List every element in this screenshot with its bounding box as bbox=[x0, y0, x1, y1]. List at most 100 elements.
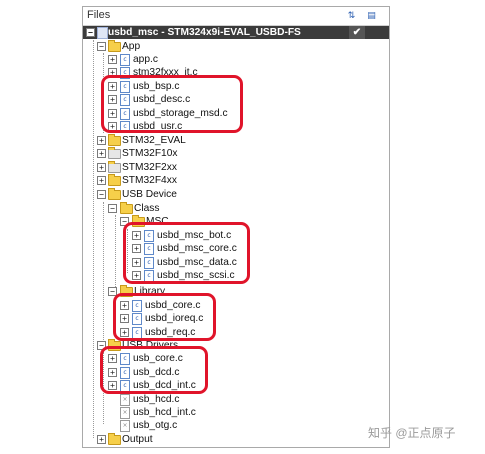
folder-icon bbox=[108, 134, 121, 146]
expand-toggle[interactable]: + bbox=[120, 328, 129, 337]
project-icon bbox=[97, 27, 108, 39]
c-file-icon: c bbox=[120, 121, 130, 133]
collapse-toggle[interactable]: − bbox=[97, 341, 106, 350]
expand-toggle[interactable]: + bbox=[97, 163, 106, 172]
file-label: usb_bsp.c bbox=[133, 81, 180, 92]
expand-toggle[interactable]: + bbox=[120, 314, 129, 323]
file-label: usbd_desc.c bbox=[133, 94, 191, 105]
expand-toggle[interactable]: + bbox=[97, 176, 106, 185]
collapse-toggle[interactable]: − bbox=[108, 204, 117, 213]
folder-label: MSC bbox=[146, 216, 169, 227]
folder-icon bbox=[108, 188, 121, 200]
folder-icon bbox=[108, 147, 121, 159]
expand-toggle[interactable]: + bbox=[108, 354, 117, 363]
expand-toggle[interactable]: + bbox=[108, 68, 117, 77]
expand-toggle[interactable]: + bbox=[97, 136, 106, 145]
file-label: usbd_usr.c bbox=[133, 121, 183, 132]
tree-guide bbox=[115, 299, 116, 333]
excluded-file-icon: × bbox=[120, 394, 130, 406]
tree-root[interactable]: − usbd_msc - STM324x9i-EVAL_USBD-FS ✔ bbox=[83, 26, 389, 39]
file-label: app.c bbox=[133, 54, 158, 65]
c-file-icon: c bbox=[120, 54, 130, 66]
folder-icon bbox=[132, 215, 145, 227]
file-label: usbd_msc_core.c bbox=[157, 243, 237, 254]
root-label: usbd_msc - STM324x9i-EVAL_USBD-FS bbox=[108, 27, 301, 38]
c-file-icon: c bbox=[132, 313, 142, 325]
c-file-icon: c bbox=[144, 257, 154, 269]
c-file-icon: c bbox=[120, 94, 130, 106]
file-label: stm32fxxx_it.c bbox=[133, 67, 198, 78]
c-file-icon: c bbox=[120, 380, 130, 392]
file-label: usbd_msc_data.c bbox=[157, 257, 237, 268]
collapse-toggle[interactable]: − bbox=[97, 190, 106, 199]
file-label: usbd_ioreq.c bbox=[145, 313, 204, 324]
expand-toggle[interactable]: + bbox=[132, 244, 141, 253]
tree-guide bbox=[93, 40, 94, 438]
file-label: usb_core.c bbox=[133, 353, 183, 364]
folder-label: STM32F4xx bbox=[122, 175, 177, 186]
expand-toggle[interactable]: + bbox=[132, 231, 141, 240]
expand-toggle[interactable]: + bbox=[132, 258, 141, 267]
folder-label: Output bbox=[122, 434, 153, 445]
options-icon[interactable]: ▤ bbox=[365, 10, 378, 22]
collapse-toggle[interactable]: − bbox=[108, 287, 117, 296]
file-label: usb_hcd.c bbox=[133, 394, 180, 405]
panel-title: Files bbox=[87, 9, 111, 21]
tree-guide bbox=[127, 229, 128, 273]
collapse-toggle[interactable]: − bbox=[120, 217, 129, 226]
file-label: usb_dcd_int.c bbox=[133, 380, 196, 391]
expand-toggle[interactable]: + bbox=[97, 149, 106, 158]
c-file-icon: c bbox=[132, 327, 142, 339]
expand-toggle[interactable]: + bbox=[108, 55, 117, 64]
folder-label: STM32F2xx bbox=[122, 162, 177, 173]
expand-toggle[interactable]: + bbox=[108, 95, 117, 104]
c-file-icon: c bbox=[120, 67, 130, 79]
expand-toggle[interactable]: + bbox=[108, 122, 117, 131]
check-icon: ✔ bbox=[349, 26, 365, 39]
tree-guide bbox=[115, 215, 116, 287]
panel-header: Files ⇅ ▤ bbox=[83, 7, 389, 26]
folder-label: Class bbox=[134, 203, 160, 214]
c-file-icon: c bbox=[120, 108, 130, 120]
file-label: usbd_core.c bbox=[145, 300, 201, 311]
c-file-icon: c bbox=[144, 270, 154, 282]
c-file-icon: c bbox=[120, 353, 130, 365]
folder-label: USB Device bbox=[122, 189, 177, 200]
collapse-toggle[interactable]: − bbox=[86, 28, 95, 37]
expand-toggle[interactable]: + bbox=[97, 435, 106, 444]
collapse-toggle[interactable]: − bbox=[97, 42, 106, 51]
sort-icon[interactable]: ⇅ bbox=[345, 10, 358, 22]
expand-toggle[interactable]: + bbox=[108, 82, 117, 91]
expand-toggle[interactable]: + bbox=[120, 301, 129, 310]
file-label: usbd_msc_scsi.c bbox=[157, 270, 235, 281]
excluded-file-icon: × bbox=[120, 407, 130, 419]
folder-icon bbox=[108, 433, 121, 445]
files-panel: Files ⇅ ▤ − usbd_msc - STM324x9i-EVAL_US… bbox=[82, 6, 390, 448]
folder-label: USB Drivers bbox=[122, 340, 179, 351]
expand-toggle[interactable]: + bbox=[108, 368, 117, 377]
expand-toggle[interactable]: + bbox=[132, 271, 141, 280]
folder-icon bbox=[108, 40, 121, 52]
folder-label: Library bbox=[134, 286, 166, 297]
expand-toggle[interactable]: + bbox=[108, 109, 117, 118]
file-label: usbd_msc_bot.c bbox=[157, 230, 232, 241]
folder-label: App bbox=[122, 41, 141, 52]
folder-icon bbox=[120, 202, 133, 214]
c-file-icon: c bbox=[120, 81, 130, 93]
watermark: 知乎 @正点原子 bbox=[368, 426, 456, 440]
file-label: usbd_req.c bbox=[145, 327, 196, 338]
file-label: usb_dcd.c bbox=[133, 367, 180, 378]
file-label: usb_otg.c bbox=[133, 420, 178, 431]
folder-icon bbox=[108, 339, 121, 351]
folder-icon bbox=[108, 161, 121, 173]
c-file-icon: c bbox=[144, 243, 154, 255]
tree-guide bbox=[103, 53, 104, 133]
excluded-file-icon: × bbox=[120, 420, 130, 432]
folder-icon bbox=[108, 174, 121, 186]
folder-label: STM32_EVAL bbox=[122, 135, 186, 146]
folder-label: STM32F10x bbox=[122, 148, 178, 159]
c-file-icon: c bbox=[120, 367, 130, 379]
file-label: usbd_storage_msd.c bbox=[133, 108, 228, 119]
tree-guide bbox=[103, 352, 104, 424]
expand-toggle[interactable]: + bbox=[108, 381, 117, 390]
